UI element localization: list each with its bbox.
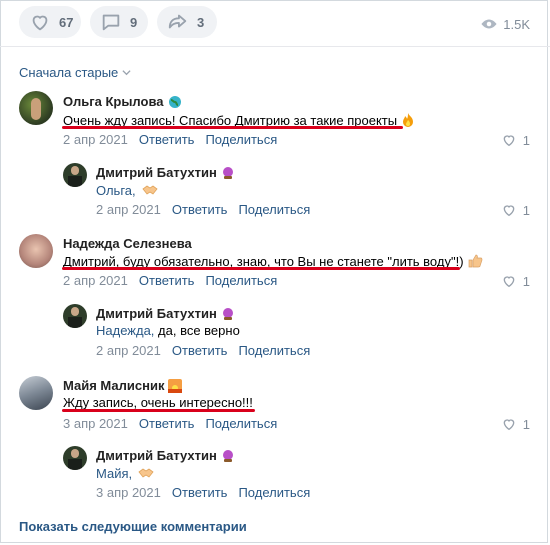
comment-author[interactable]: Дмитрий Батухтин <box>96 448 235 463</box>
heart-icon <box>32 15 48 31</box>
comment-author[interactable]: Дмитрий Батухтин <box>96 165 235 180</box>
share-link[interactable]: Поделиться <box>238 343 310 358</box>
views-count: 1.5K <box>503 16 530 32</box>
like-count: 67 <box>59 14 74 30</box>
crystal-ball-emoji-icon <box>222 449 233 462</box>
avatar[interactable] <box>63 163 87 187</box>
reply-link[interactable]: Ответить <box>172 485 228 500</box>
views-counter: 1.5K <box>480 15 530 33</box>
comment-like-count: 1 <box>522 273 530 289</box>
mention-link[interactable]: Надежда, <box>96 323 154 338</box>
highlight-underline <box>62 126 403 129</box>
crystal-ball-emoji-icon <box>222 307 233 320</box>
highlight-underline <box>62 409 255 412</box>
comment-meta: 2 апр 2021 Ответить Поделиться <box>63 273 288 288</box>
share-button[interactable]: 3 <box>157 6 217 38</box>
comment-meta: 2 апр 2021 Ответить Поделиться <box>63 132 288 147</box>
share-link[interactable]: Поделиться <box>205 273 277 288</box>
crystal-ball-emoji-icon <box>222 166 233 179</box>
avatar[interactable] <box>19 234 53 268</box>
handshake-emoji-icon <box>142 185 158 195</box>
comment-icon <box>102 14 120 31</box>
comment-date[interactable]: 2 апр 2021 <box>63 132 128 147</box>
comment-author[interactable]: Ольга Крылова <box>63 94 182 109</box>
heart-icon <box>503 205 515 217</box>
author-name: Майя Малисник <box>63 378 165 393</box>
thumbs-up-emoji-icon <box>468 254 482 268</box>
highlight-underline <box>62 267 460 270</box>
comment-body: да, все верно <box>154 323 240 338</box>
reply-link[interactable]: Ответить <box>139 273 195 288</box>
sort-label: Сначала старые <box>19 65 119 80</box>
comment-body: Жду запись, очень интересно!!! <box>63 395 253 410</box>
avatar[interactable] <box>63 446 87 470</box>
comment-like-button[interactable]: 1 <box>501 202 530 218</box>
author-name: Дмитрий Батухтин <box>96 165 217 180</box>
reply-link[interactable]: Ответить <box>172 202 228 217</box>
share-icon <box>168 14 187 29</box>
show-more-comments-link[interactable]: Показать следующие комментарии <box>19 519 247 534</box>
comment-text: Майя, <box>96 465 154 481</box>
comment-meta: 3 апр 2021 Ответить Поделиться <box>96 485 321 500</box>
comment-text: Ольга, <box>96 182 158 198</box>
reply-link[interactable]: Ответить <box>139 416 195 431</box>
author-name: Дмитрий Батухтин <box>96 448 217 463</box>
comment-author[interactable]: Майя Малисник <box>63 378 183 393</box>
share-count: 3 <box>197 14 205 30</box>
comment-like-button[interactable]: 1 <box>501 273 530 289</box>
heart-icon <box>503 276 515 288</box>
sunset-emoji-icon <box>168 378 183 393</box>
comment-date[interactable]: 2 апр 2021 <box>63 273 128 288</box>
avatar[interactable] <box>63 304 87 328</box>
reply-link[interactable]: Ответить <box>139 132 195 147</box>
share-link[interactable]: Поделиться <box>205 132 277 147</box>
comment-author[interactable]: Дмитрий Батухтин <box>96 306 235 321</box>
share-link[interactable]: Поделиться <box>238 202 310 217</box>
comment-date[interactable]: 2 апр 2021 <box>96 343 161 358</box>
comment-like-count: 1 <box>522 416 530 432</box>
comment-date[interactable]: 3 апр 2021 <box>63 416 128 431</box>
comment-button[interactable]: 9 <box>90 6 148 38</box>
comment-meta: 2 апр 2021 Ответить Поделиться <box>96 343 321 358</box>
eye-icon <box>481 19 497 29</box>
comment-date[interactable]: 2 апр 2021 <box>96 202 161 217</box>
post-actions-bar: 67 9 3 1.5K <box>0 3 550 41</box>
comment-meta: 2 апр 2021 Ответить Поделиться <box>96 202 321 217</box>
chevron-down-icon <box>122 70 131 76</box>
comment-like-count: 1 <box>522 132 530 148</box>
comment-like-button[interactable]: 1 <box>501 416 530 432</box>
avatar[interactable] <box>19 91 53 125</box>
share-link[interactable]: Поделиться <box>205 416 277 431</box>
reply-link[interactable]: Ответить <box>172 343 228 358</box>
handshake-emoji-icon <box>138 468 154 478</box>
sort-dropdown[interactable]: Сначала старые <box>19 65 131 80</box>
avatar[interactable] <box>19 376 53 410</box>
heart-icon <box>503 135 515 147</box>
share-link[interactable]: Поделиться <box>238 485 310 500</box>
heart-icon <box>503 419 515 431</box>
comment-like-button[interactable]: 1 <box>501 132 530 148</box>
comment-like-count: 1 <box>522 202 530 218</box>
comment-author[interactable]: Надежда Селезнева <box>63 236 192 251</box>
mention-link[interactable]: Майя, <box>96 466 132 481</box>
comment-date[interactable]: 3 апр 2021 <box>96 485 161 500</box>
author-name: Дмитрий Батухтин <box>96 306 217 321</box>
comment-text: Надежда, да, все верно <box>96 323 240 338</box>
comment-text: Жду запись, очень интересно!!! <box>63 395 253 410</box>
author-name: Надежда Селезнева <box>63 236 192 251</box>
divider <box>0 46 550 47</box>
like-button[interactable]: 67 <box>19 6 81 38</box>
author-name: Ольга Крылова <box>63 94 164 109</box>
globe-emoji-icon <box>168 95 181 108</box>
mention-link[interactable]: Ольга, <box>96 183 136 198</box>
comment-count: 9 <box>130 14 138 30</box>
comment-meta: 3 апр 2021 Ответить Поделиться <box>63 416 288 431</box>
